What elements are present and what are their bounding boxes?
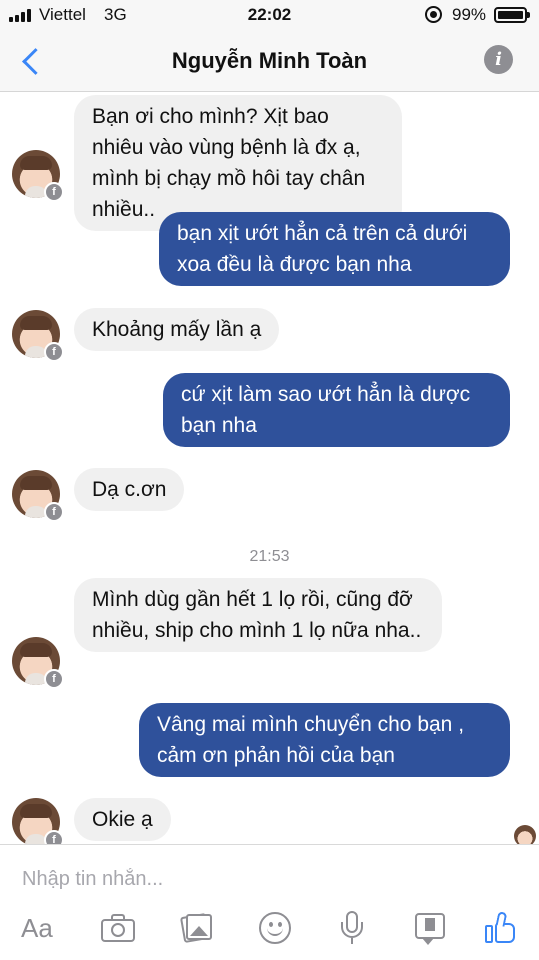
avatar[interactable]: f: [12, 310, 64, 362]
outgoing-message[interactable]: Vâng mai mình chuyển cho bạn , cảm ơn ph…: [139, 703, 510, 777]
incoming-message[interactable]: Khoảng mấy lần ạ: [74, 308, 280, 351]
emoji-icon[interactable]: [257, 911, 295, 945]
conversation-header: Nguyễn Minh Toàn i: [0, 30, 539, 92]
facebook-badge-icon: f: [44, 182, 64, 202]
rotation-lock-icon: [425, 6, 442, 23]
outgoing-message[interactable]: bạn xịt ướt hẳn cả trên cả dưới xoa đều …: [159, 212, 510, 286]
incoming-message[interactable]: Bạn ơi cho mình? Xịt bao nhiêu vào vùng …: [74, 95, 402, 231]
incoming-message[interactable]: Dạ c.ơn: [74, 468, 185, 511]
message-thread[interactable]: Bạn ơi cho mình? Xịt bao nhiêu vào vùng …: [0, 92, 539, 844]
info-icon[interactable]: i: [484, 45, 513, 74]
facebook-badge-icon: f: [44, 669, 64, 689]
facebook-badge-icon: f: [44, 502, 64, 522]
camera-icon[interactable]: [100, 911, 138, 945]
contact-name[interactable]: Nguyễn Minh Toàn: [0, 48, 539, 74]
seen-avatar-icon: [514, 825, 536, 844]
facebook-badge-icon: f: [44, 830, 64, 844]
like-icon[interactable]: [482, 911, 520, 945]
incoming-message[interactable]: Okie ạ: [74, 798, 171, 841]
outgoing-message[interactable]: cứ xịt làm sao ướt hẳn là dược bạn nha: [163, 373, 510, 447]
microphone-icon[interactable]: [334, 911, 372, 945]
message-composer: Aa: [0, 844, 539, 960]
avatar[interactable]: f: [12, 798, 64, 844]
battery-percentage: 99%: [452, 5, 487, 24]
incoming-message[interactable]: Mình dùg gần hết 1 lọ rồi, cũng đỡ nhiều…: [74, 578, 442, 652]
battery-icon: [494, 7, 530, 23]
gallery-icon[interactable]: [179, 911, 218, 945]
avatar[interactable]: f: [12, 150, 64, 202]
message-input[interactable]: [22, 865, 502, 893]
status-bar: Viettel 3G 22:02 99%: [0, 0, 539, 30]
sticker-icon[interactable]: [412, 911, 450, 945]
facebook-badge-icon: f: [44, 342, 64, 362]
avatar[interactable]: f: [12, 470, 64, 522]
aa-icon[interactable]: Aa: [21, 911, 59, 945]
timestamp: 21:53: [249, 548, 290, 565]
avatar[interactable]: f: [12, 637, 64, 689]
